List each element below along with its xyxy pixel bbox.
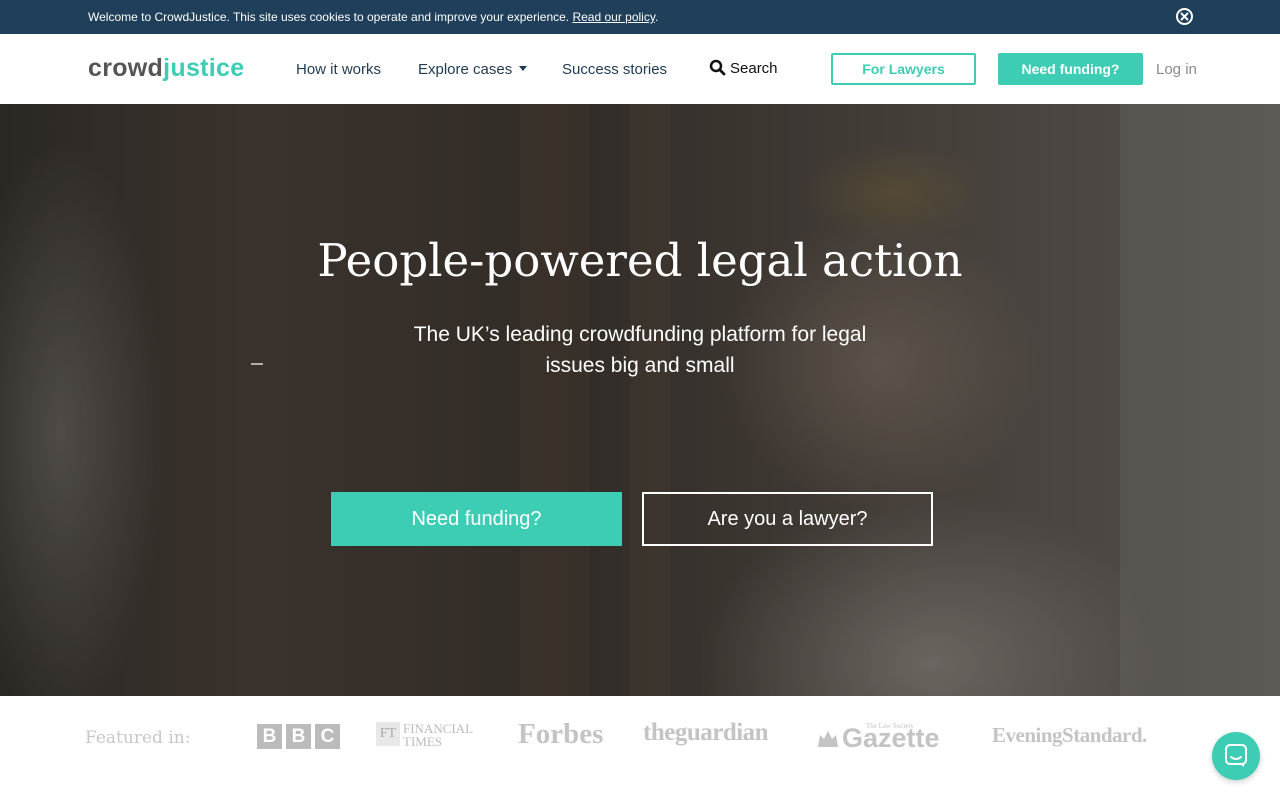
crest-icon [818,731,838,747]
login-link[interactable]: Log in [1156,61,1197,78]
ft-words: FINANCIAL TIMES [403,722,473,748]
cookie-banner: Welcome to CrowdJustice. This site uses … [0,0,1280,34]
bbc-letter: B [257,724,282,749]
search-icon [709,59,726,76]
forbes-logo: Forbes [518,718,604,750]
hero-overlay [0,104,1280,696]
cookie-text: Welcome to CrowdJustice. This site uses … [88,10,658,24]
nav-how-it-works[interactable]: How it works [296,61,381,78]
nav-search[interactable]: Search [709,59,778,77]
evening-standard-logo: EveningStandard. [992,723,1147,747]
cookie-policy-link[interactable]: Read our policy [572,10,655,24]
featured-label: Featured in: [85,728,191,748]
nav-explore-label: Explore cases [418,61,513,78]
financial-times-logo: FT FINANCIAL TIMES [376,722,473,748]
hero-subtitle: The UK’s leading crowdfunding platform f… [413,323,867,377]
gazette-text: Gazette [842,723,940,753]
guardian-logo: theguardian [643,719,769,746]
cookie-message: Welcome to CrowdJustice. This site uses … [88,10,570,24]
ft-line2: TIMES [403,734,442,749]
nav-explore-cases[interactable]: Explore cases [418,61,528,78]
bbc-letter: B [286,724,311,749]
close-icon[interactable] [1176,8,1193,25]
hero-need-funding-button[interactable]: Need funding? [331,492,622,546]
logo-text-crowd: crowd [88,54,164,82]
cookie-suffix: . [654,10,659,24]
for-lawyers-button[interactable]: For Lawyers [831,53,976,85]
search-label: Search [730,60,778,77]
hero-lawyer-button[interactable]: Are you a lawyer? [642,492,933,546]
featured-in-bar: Featured in: BBC FT FINANCIAL TIMES Forbes… [0,696,1280,800]
hero-dash [251,363,263,365]
logo-text-justice: justice [163,54,245,82]
site-header: crowdjustice How it works Explore cases … [0,34,1280,104]
need-funding-button[interactable]: Need funding? [998,53,1143,85]
ft-box: FT [376,722,400,746]
bbc-logo: BBC [257,724,344,749]
crowdjustice-logo[interactable]: crowdjustice [88,54,244,83]
hero-title: People-powered legal action [317,234,963,287]
nav-success-stories[interactable]: Success stories [562,61,667,78]
chat-icon [1225,744,1247,767]
bbc-letter: C [315,724,340,749]
chat-launcher-button[interactable] [1212,732,1260,780]
hero-section: People-powered legal action The UK’s lea… [0,104,1280,696]
chevron-down-icon [519,66,528,71]
